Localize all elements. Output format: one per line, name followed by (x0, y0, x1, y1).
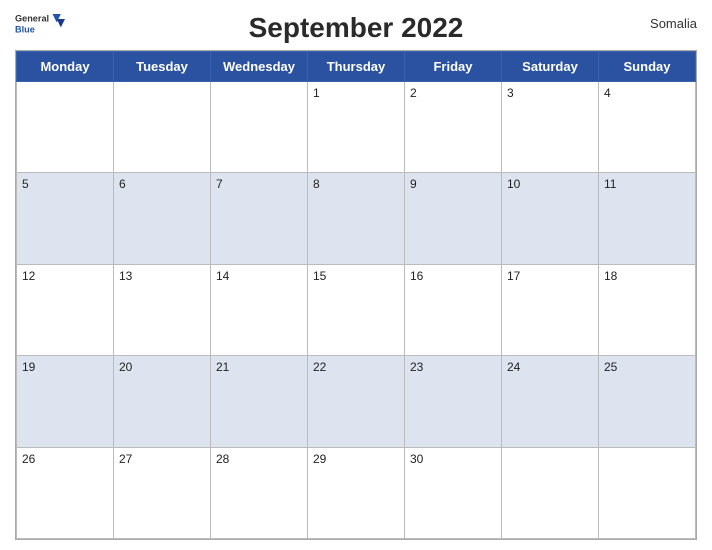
table-row (599, 447, 696, 538)
day-number: 13 (119, 269, 132, 283)
table-row: 11 (599, 173, 696, 264)
table-row: 26 (17, 447, 114, 538)
table-row: 5 (17, 173, 114, 264)
table-row: 21 (211, 356, 308, 447)
day-number: 18 (604, 269, 617, 283)
weekday-saturday: Saturday (502, 52, 599, 82)
table-row: 4 (599, 82, 696, 173)
table-row (17, 82, 114, 173)
table-row: 22 (308, 356, 405, 447)
day-number: 15 (313, 269, 326, 283)
svg-text:General: General (15, 14, 49, 24)
day-number: 10 (507, 177, 520, 191)
day-number: 29 (313, 452, 326, 466)
weekday-tuesday: Tuesday (114, 52, 211, 82)
table-row: 14 (211, 264, 308, 355)
table-row: 9 (405, 173, 502, 264)
day-number: 4 (604, 86, 611, 100)
day-number: 8 (313, 177, 320, 191)
day-number: 6 (119, 177, 126, 191)
day-number: 21 (216, 360, 229, 374)
table-row: 24 (502, 356, 599, 447)
table-row (502, 447, 599, 538)
weekday-sunday: Sunday (599, 52, 696, 82)
weekday-monday: Monday (17, 52, 114, 82)
day-number: 19 (22, 360, 35, 374)
calendar-body: 1234567891011121314151617181920212223242… (17, 82, 696, 539)
day-number: 22 (313, 360, 326, 374)
day-number: 1 (313, 86, 320, 100)
weekday-wednesday: Wednesday (211, 52, 308, 82)
day-number: 14 (216, 269, 229, 283)
day-number: 12 (22, 269, 35, 283)
table-row: 16 (405, 264, 502, 355)
country-label: Somalia (607, 10, 697, 31)
day-number: 20 (119, 360, 132, 374)
table-row: 27 (114, 447, 211, 538)
table-row (211, 82, 308, 173)
day-number: 27 (119, 452, 132, 466)
table-row: 18 (599, 264, 696, 355)
table-row: 15 (308, 264, 405, 355)
weekday-friday: Friday (405, 52, 502, 82)
weekday-thursday: Thursday (308, 52, 405, 82)
table-row: 20 (114, 356, 211, 447)
table-row: 28 (211, 447, 308, 538)
table-row: 29 (308, 447, 405, 538)
logo-icon: General Blue (15, 10, 65, 38)
day-number: 24 (507, 360, 520, 374)
day-number: 17 (507, 269, 520, 283)
day-number: 11 (604, 177, 616, 191)
table-row: 2 (405, 82, 502, 173)
table-row: 7 (211, 173, 308, 264)
calendar-weekdays-header: Monday Tuesday Wednesday Thursday Friday… (17, 52, 696, 82)
day-number: 30 (410, 452, 423, 466)
table-row: 25 (599, 356, 696, 447)
day-number: 9 (410, 177, 417, 191)
table-row: 19 (17, 356, 114, 447)
day-number: 23 (410, 360, 423, 374)
calendar-header: General Blue September 2022 Somalia (15, 10, 697, 44)
table-row: 8 (308, 173, 405, 264)
day-number: 28 (216, 452, 229, 466)
day-number: 5 (22, 177, 29, 191)
table-row (114, 82, 211, 173)
table-row: 13 (114, 264, 211, 355)
logo: General Blue (15, 10, 105, 38)
svg-text:Blue: Blue (15, 24, 35, 34)
calendar-page: General Blue September 2022 Somalia Mond… (0, 0, 712, 550)
table-row: 6 (114, 173, 211, 264)
day-number: 25 (604, 360, 617, 374)
calendar-grid: Monday Tuesday Wednesday Thursday Friday… (15, 50, 697, 540)
day-number: 26 (22, 452, 35, 466)
table-row: 17 (502, 264, 599, 355)
calendar-title: September 2022 (105, 10, 607, 44)
day-number: 7 (216, 177, 223, 191)
table-row: 3 (502, 82, 599, 173)
table-row: 10 (502, 173, 599, 264)
day-number: 2 (410, 86, 417, 100)
day-number: 3 (507, 86, 514, 100)
table-row: 30 (405, 447, 502, 538)
table-row: 1 (308, 82, 405, 173)
table-row: 12 (17, 264, 114, 355)
table-row: 23 (405, 356, 502, 447)
day-number: 16 (410, 269, 423, 283)
